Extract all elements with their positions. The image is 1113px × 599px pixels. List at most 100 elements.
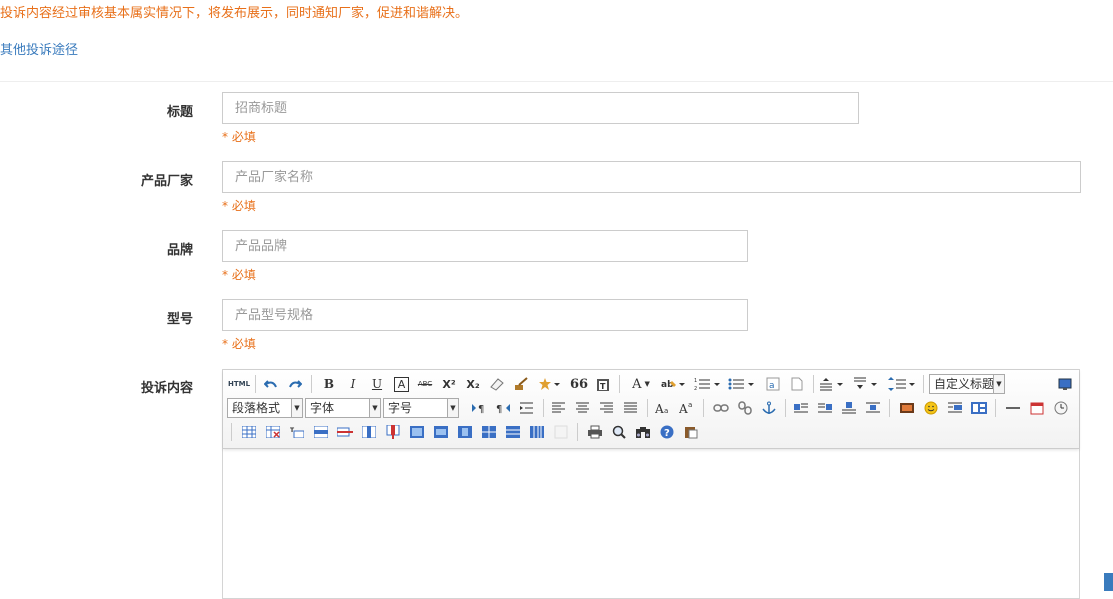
eraser-icon[interactable] [487, 374, 507, 394]
divider [0, 81, 1113, 82]
paste-plain-icon[interactable]: T [593, 374, 613, 394]
image-wrap-icon[interactable] [945, 398, 965, 418]
unordered-list-icon[interactable] [727, 374, 757, 394]
highlight-color-icon[interactable]: ab [659, 374, 687, 394]
date-icon[interactable] [1027, 398, 1047, 418]
link-icon[interactable] [711, 398, 731, 418]
svg-text:A: A [679, 402, 688, 415]
merge-down-icon[interactable] [455, 422, 475, 442]
html-source-button[interactable]: HTML [227, 374, 251, 394]
undo-icon[interactable] [261, 374, 281, 394]
toolbar-separator [619, 375, 620, 393]
line-height-icon[interactable] [887, 374, 917, 394]
lowercase-icon[interactable]: Aa [677, 398, 697, 418]
drafts-icon[interactable] [681, 422, 701, 442]
align-left-icon[interactable] [549, 398, 569, 418]
align-right-icon[interactable] [597, 398, 617, 418]
image-right-icon[interactable] [815, 398, 835, 418]
delete-column-icon[interactable] [383, 422, 403, 442]
fullscreen-icon[interactable] [1055, 374, 1075, 394]
insert-row-icon[interactable] [311, 422, 331, 442]
direction-ltr-icon[interactable]: ¶ [469, 398, 489, 418]
insert-anchor-text-icon[interactable]: a [763, 374, 783, 394]
svg-text:1: 1 [694, 378, 697, 384]
search-replace-icon[interactable] [633, 422, 653, 442]
toolbar-separator [995, 399, 996, 417]
horizontal-rule-icon[interactable] [1003, 398, 1023, 418]
font-family-select[interactable]: 字体 ▼ [305, 398, 381, 418]
align-center-icon[interactable] [573, 398, 593, 418]
underline-button[interactable]: U [367, 374, 387, 394]
delete-row-icon[interactable] [335, 422, 355, 442]
insert-image-icon[interactable] [897, 398, 917, 418]
row-spacing-bottom-icon[interactable] [853, 374, 881, 394]
emoticon-icon[interactable] [921, 398, 941, 418]
time-icon[interactable] [1051, 398, 1071, 418]
uppercase-icon[interactable]: Aa [653, 398, 673, 418]
print-icon[interactable] [585, 422, 605, 442]
merge-cells-icon[interactable] [407, 422, 427, 442]
row-spacing-top-icon[interactable] [819, 374, 847, 394]
title-label: 标题 [166, 105, 193, 120]
font-color-button[interactable]: A ▼ [627, 374, 655, 394]
insert-paragraph-before-table-icon[interactable]: T [287, 422, 307, 442]
help-icon[interactable]: ? [657, 422, 677, 442]
superscript-button[interactable]: X² [439, 374, 459, 394]
format-painter-icon[interactable] [511, 374, 531, 394]
indent-icon[interactable] [517, 398, 537, 418]
toolbar-separator [703, 399, 704, 417]
svg-text:¶: ¶ [478, 404, 484, 414]
strikethrough-button[interactable]: ABC [415, 374, 435, 394]
image-left-icon[interactable] [791, 398, 811, 418]
manufacturer-label: 产品厂家 [140, 174, 193, 189]
model-input[interactable] [222, 299, 748, 331]
brand-input[interactable] [222, 230, 748, 262]
notice-text: 投诉内容经过审核基本属实情况下，将发布展示，同时通知厂家，促进和谐解决。 [0, 6, 469, 21]
bold-button[interactable]: B [319, 374, 339, 394]
direction-rtl-icon[interactable]: ¶ [493, 398, 513, 418]
template-icon[interactable] [969, 398, 989, 418]
font-size-value: 字号 [388, 401, 413, 415]
other-complaint-channels-link[interactable]: 其他投诉途径 [0, 39, 78, 58]
rich-text-editor[interactable]: HTML B I U A ABC X² X₂ 66 T A ▼ ab 1 2 a… [222, 369, 1080, 599]
split-to-cells-icon[interactable] [479, 422, 499, 442]
manufacturer-required: * 必填 [222, 199, 256, 213]
title-input[interactable] [222, 92, 859, 124]
ordered-list-icon[interactable]: 12 [693, 374, 723, 394]
split-to-rows-icon[interactable] [503, 422, 523, 442]
align-justify-icon[interactable] [621, 398, 641, 418]
insert-table-icon[interactable] [239, 422, 259, 442]
paragraph-format-select[interactable]: 段落格式 ▼ [227, 398, 303, 418]
new-document-icon[interactable] [787, 374, 807, 394]
editor-toolbar: HTML B I U A ABC X² X₂ 66 T A ▼ ab 1 2 a… [223, 370, 1079, 449]
anchor-icon[interactable] [759, 398, 779, 418]
insert-column-icon[interactable] [359, 422, 379, 442]
manufacturer-input[interactable] [222, 161, 1081, 193]
chevron-down-icon: ▼ [993, 375, 1004, 393]
font-size-select[interactable]: 字号 ▼ [383, 398, 459, 418]
custom-title-select[interactable]: 自定义标题 ▼ [929, 374, 1005, 394]
toolbar-separator [813, 375, 814, 393]
merge-right-icon[interactable] [431, 422, 451, 442]
side-float-tab[interactable] [1104, 573, 1113, 591]
font-border-button[interactable]: A [394, 377, 409, 392]
preview-icon[interactable] [609, 422, 629, 442]
unlink-icon[interactable] [735, 398, 755, 418]
italic-button[interactable]: I [343, 374, 363, 394]
image-center-icon[interactable] [863, 398, 883, 418]
split-to-cols-icon[interactable] [527, 422, 547, 442]
svg-text:A: A [655, 402, 664, 415]
redo-icon[interactable] [285, 374, 305, 394]
delete-table-icon[interactable] [263, 422, 283, 442]
toolbar-separator [785, 399, 786, 417]
svg-text:?: ? [664, 428, 670, 439]
editor-content-area[interactable] [223, 449, 1079, 598]
blockquote-button[interactable]: 66 [569, 374, 589, 394]
custom-title-value: 自定义标题 [934, 377, 995, 391]
auto-typeset-icon[interactable] [535, 374, 563, 394]
svg-text:a: a [664, 407, 668, 415]
toolbar-separator [577, 423, 578, 441]
svg-text:¶: ¶ [496, 404, 502, 414]
subscript-button[interactable]: X₂ [463, 374, 483, 394]
image-none-icon[interactable] [839, 398, 859, 418]
